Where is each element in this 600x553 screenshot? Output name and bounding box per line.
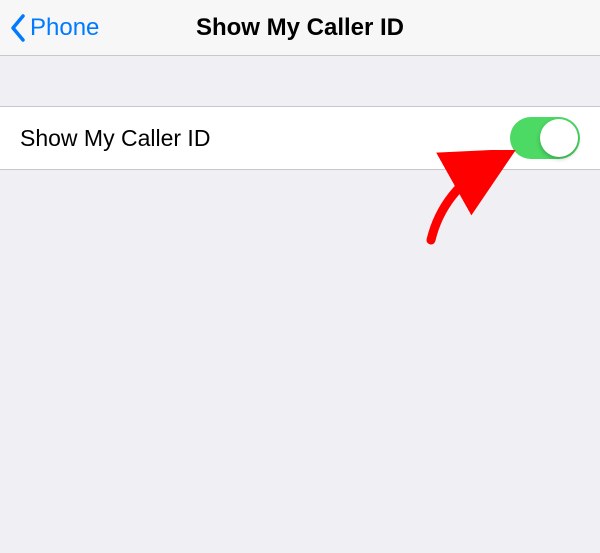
caller-id-toggle[interactable] xyxy=(510,117,580,159)
caller-id-label: Show My Caller ID xyxy=(20,125,210,152)
back-button[interactable]: Phone xyxy=(0,0,99,55)
caller-id-row: Show My Caller ID xyxy=(0,106,600,170)
chevron-left-icon xyxy=(10,14,26,42)
back-button-label: Phone xyxy=(30,14,99,42)
content-area: Show My Caller ID xyxy=(0,56,600,170)
toggle-knob xyxy=(540,119,578,157)
navigation-bar: Phone Show My Caller ID xyxy=(0,0,600,56)
